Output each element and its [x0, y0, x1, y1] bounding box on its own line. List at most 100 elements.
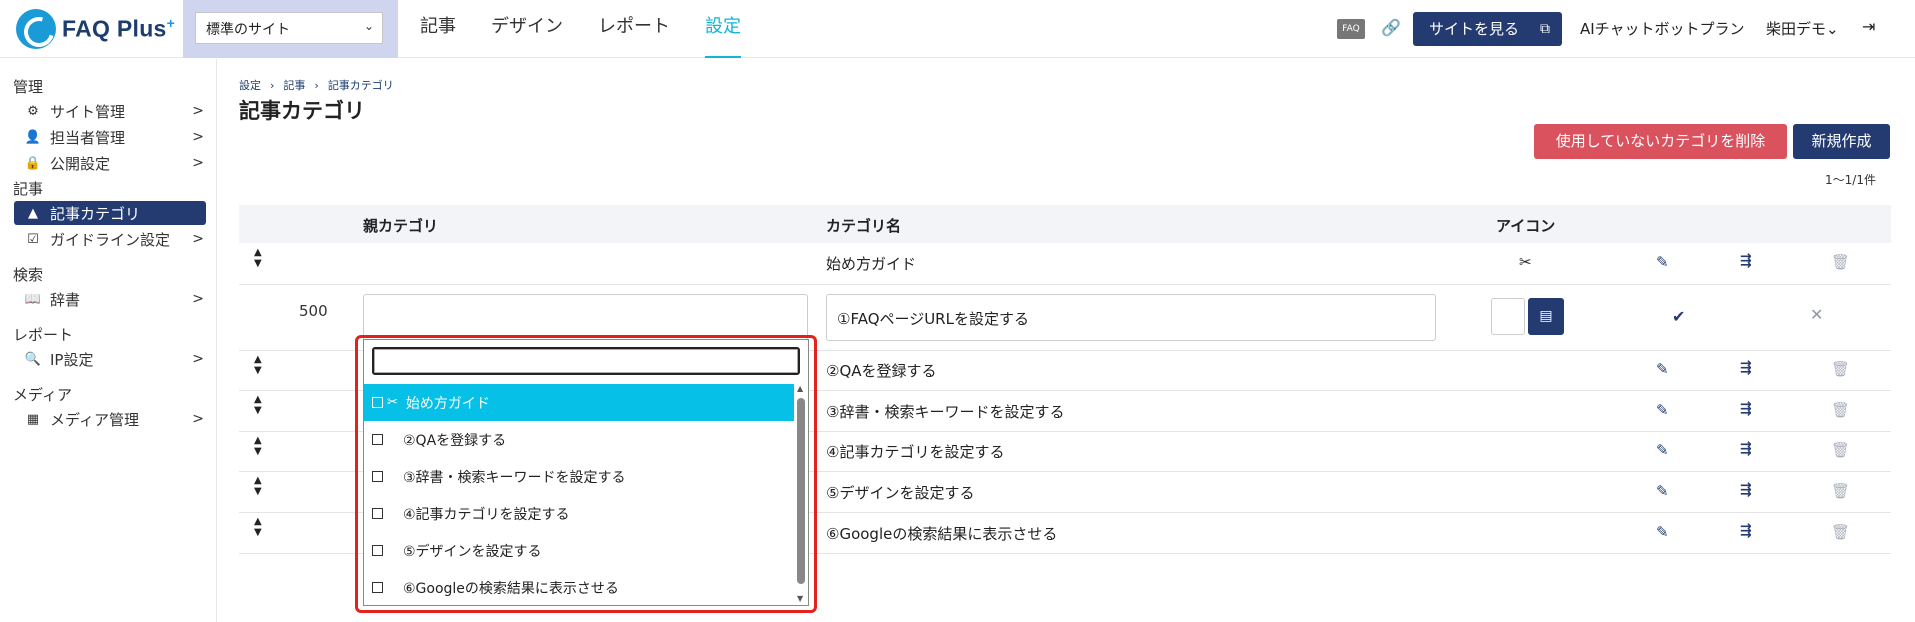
- dropdown-search-input[interactable]: [372, 347, 800, 375]
- nav-report[interactable]: レポート: [598, 0, 670, 58]
- logo-dolphin-icon: [16, 9, 56, 49]
- sidebar-item-label: 辞書: [50, 290, 81, 309]
- sidebar-item-media-management[interactable]: ▦ メディア管理 >: [14, 407, 206, 431]
- checkbox[interactable]: [372, 545, 383, 556]
- checkbox[interactable]: [372, 397, 383, 408]
- checkbox[interactable]: [372, 582, 383, 593]
- plan-label: AIチャットボットプラン: [1580, 20, 1745, 38]
- edit-icon[interactable]: ✎: [1656, 401, 1669, 419]
- dropdown-option[interactable]: ②QAを登録する: [364, 421, 794, 458]
- scroll-up-icon[interactable]: ▲: [797, 384, 803, 393]
- trash-icon[interactable]: 🗑: [1831, 441, 1850, 459]
- sidebar-item-publish-settings[interactable]: 🔒 公開設定 >: [14, 151, 206, 175]
- dropdown-option[interactable]: ⑥Googleの検索結果に表示させる: [364, 569, 794, 606]
- page-title: 記事カテゴリ: [239, 99, 365, 123]
- edit-icon[interactable]: ✎: [1656, 441, 1669, 459]
- option-label: ③辞書・検索キーワードを設定する: [403, 469, 626, 486]
- sibling-icon[interactable]: ⇶: [1740, 253, 1752, 269]
- link-icon[interactable]: 🔗: [1381, 18, 1401, 37]
- site-select[interactable]: 標準のサイト ⌄: [195, 12, 383, 44]
- dropdown-option[interactable]: ⑤デザインを設定する: [364, 532, 794, 569]
- category-name: ⑥Googleの検索結果に表示させる: [826, 525, 1058, 543]
- sibling-icon[interactable]: ⇶: [1740, 441, 1752, 457]
- view-site-label: サイトを見る: [1429, 20, 1520, 38]
- logo[interactable]: FAQ Plus+: [16, 8, 175, 50]
- sort-handle-icon[interactable]: ▲ ▼: [254, 475, 264, 497]
- sidebar-item-staff-management[interactable]: 👤 担当者管理 >: [14, 125, 206, 149]
- sidebar-item-label: メディア管理: [50, 410, 139, 429]
- scroll-thumb[interactable]: [797, 398, 805, 584]
- sort-handle-icon[interactable]: ▲ ▼: [254, 394, 264, 416]
- checkbox[interactable]: [372, 508, 383, 519]
- view-site-button[interactable]: サイトを見る ⧉: [1413, 12, 1562, 46]
- sidebar-item-label: サイト管理: [50, 102, 126, 121]
- site-select-value: 標準のサイト: [206, 22, 290, 38]
- sort-handle-icon[interactable]: ▲ ▼: [254, 435, 264, 457]
- file-icon[interactable]: ▤: [1528, 298, 1564, 335]
- edit-icon[interactable]: ✎: [1656, 253, 1669, 271]
- breadcrumb-item[interactable]: 記事: [283, 79, 305, 92]
- images-icon: ▦: [26, 411, 40, 427]
- trash-icon[interactable]: 🗑: [1831, 401, 1850, 419]
- lock-icon: 🔒: [24, 155, 42, 171]
- sort-handle-icon[interactable]: ▲ ▼: [254, 247, 264, 269]
- sidebar-item-label: 公開設定: [50, 154, 111, 173]
- edit-icon[interactable]: ✎: [1656, 482, 1669, 500]
- sibling-icon[interactable]: ⇶: [1740, 523, 1752, 539]
- section-title-articles: 記事: [13, 180, 44, 198]
- sibling-icon[interactable]: ⇶: [1740, 401, 1752, 417]
- nav-articles[interactable]: 記事: [420, 0, 456, 58]
- checkbox[interactable]: [372, 434, 383, 445]
- trash-icon[interactable]: 🗑: [1831, 523, 1850, 541]
- parent-category-select[interactable]: [363, 294, 808, 341]
- dropdown-option[interactable]: ④記事カテゴリを設定する: [364, 495, 794, 532]
- edit-icon[interactable]: ✎: [1656, 523, 1669, 541]
- option-label: ④記事カテゴリを設定する: [403, 506, 570, 523]
- breadcrumb-item[interactable]: 設定: [239, 79, 261, 92]
- delete-unused-categories-button[interactable]: 使用していないカテゴリを削除: [1534, 124, 1787, 159]
- header-parent-category: 親カテゴリ: [363, 217, 439, 235]
- dropdown-scrollbar[interactable]: ▲ ▼: [795, 384, 807, 606]
- icon-preview[interactable]: [1491, 298, 1525, 335]
- user-name: 柴田デモ: [1766, 20, 1827, 38]
- sidebar-item-site-management[interactable]: ⚙ サイト管理 >: [14, 99, 206, 123]
- chevron-down-icon: ⌄: [1826, 20, 1839, 38]
- sidebar-item-dictionary[interactable]: 📖 辞書 >: [14, 287, 206, 311]
- chevron-right-icon: >: [192, 351, 204, 367]
- check-icon[interactable]: ✔: [1672, 307, 1685, 326]
- option-label: ②QAを登録する: [403, 432, 507, 449]
- faq-preview-icon[interactable]: FAQ: [1337, 19, 1365, 39]
- nav-design[interactable]: デザイン: [491, 0, 563, 58]
- option-label: 始め方ガイド: [405, 395, 490, 412]
- dropdown-option[interactable]: ✂ 始め方ガイド: [364, 384, 794, 421]
- sidebar-item-ip-settings[interactable]: 🔍 IP設定 >: [14, 347, 206, 371]
- trash-icon[interactable]: 🗑: [1831, 360, 1850, 378]
- sort-order-input[interactable]: 500: [299, 302, 328, 320]
- sibling-icon[interactable]: ⇶: [1740, 482, 1752, 498]
- result-count: 1〜1/1件: [1825, 173, 1876, 187]
- category-name: ④記事カテゴリを設定する: [826, 443, 1005, 461]
- logout-icon[interactable]: ⇥: [1862, 17, 1875, 36]
- close-icon[interactable]: ✕: [1810, 305, 1823, 324]
- external-link-icon: ⧉: [1540, 21, 1550, 37]
- logo-plus: +: [166, 15, 176, 32]
- checkbox[interactable]: [372, 471, 383, 482]
- trash-icon[interactable]: 🗑: [1831, 482, 1850, 500]
- category-name-input[interactable]: ①FAQページURLを設定する: [826, 294, 1436, 341]
- option-label: ⑥Googleの検索結果に表示させる: [403, 580, 619, 597]
- sort-handle-icon[interactable]: ▲ ▼: [254, 516, 264, 538]
- sort-handle-icon[interactable]: ▲ ▼: [254, 354, 264, 376]
- sibling-icon[interactable]: ⇶: [1740, 360, 1752, 376]
- edit-icon[interactable]: ✎: [1656, 360, 1669, 378]
- dropdown-option[interactable]: ③辞書・検索キーワードを設定する: [364, 458, 794, 495]
- nav-settings[interactable]: 設定: [705, 0, 741, 58]
- trash-icon[interactable]: 🗑: [1831, 253, 1850, 271]
- main-nav: 記事 デザイン レポート 設定: [420, 0, 776, 58]
- sidebar-item-article-categories[interactable]: ▲ 記事カテゴリ: [14, 201, 206, 225]
- user-menu[interactable]: 柴田デモ⌄: [1766, 18, 1839, 39]
- scroll-down-icon[interactable]: ▼: [797, 594, 803, 603]
- new-button[interactable]: 新規作成: [1793, 124, 1890, 159]
- sidebar-item-guideline-settings[interactable]: ☑ ガイドライン設定 >: [14, 227, 206, 251]
- sidebar-item-label: 記事カテゴリ: [50, 204, 141, 223]
- sidebar-item-label: 担当者管理: [50, 128, 126, 147]
